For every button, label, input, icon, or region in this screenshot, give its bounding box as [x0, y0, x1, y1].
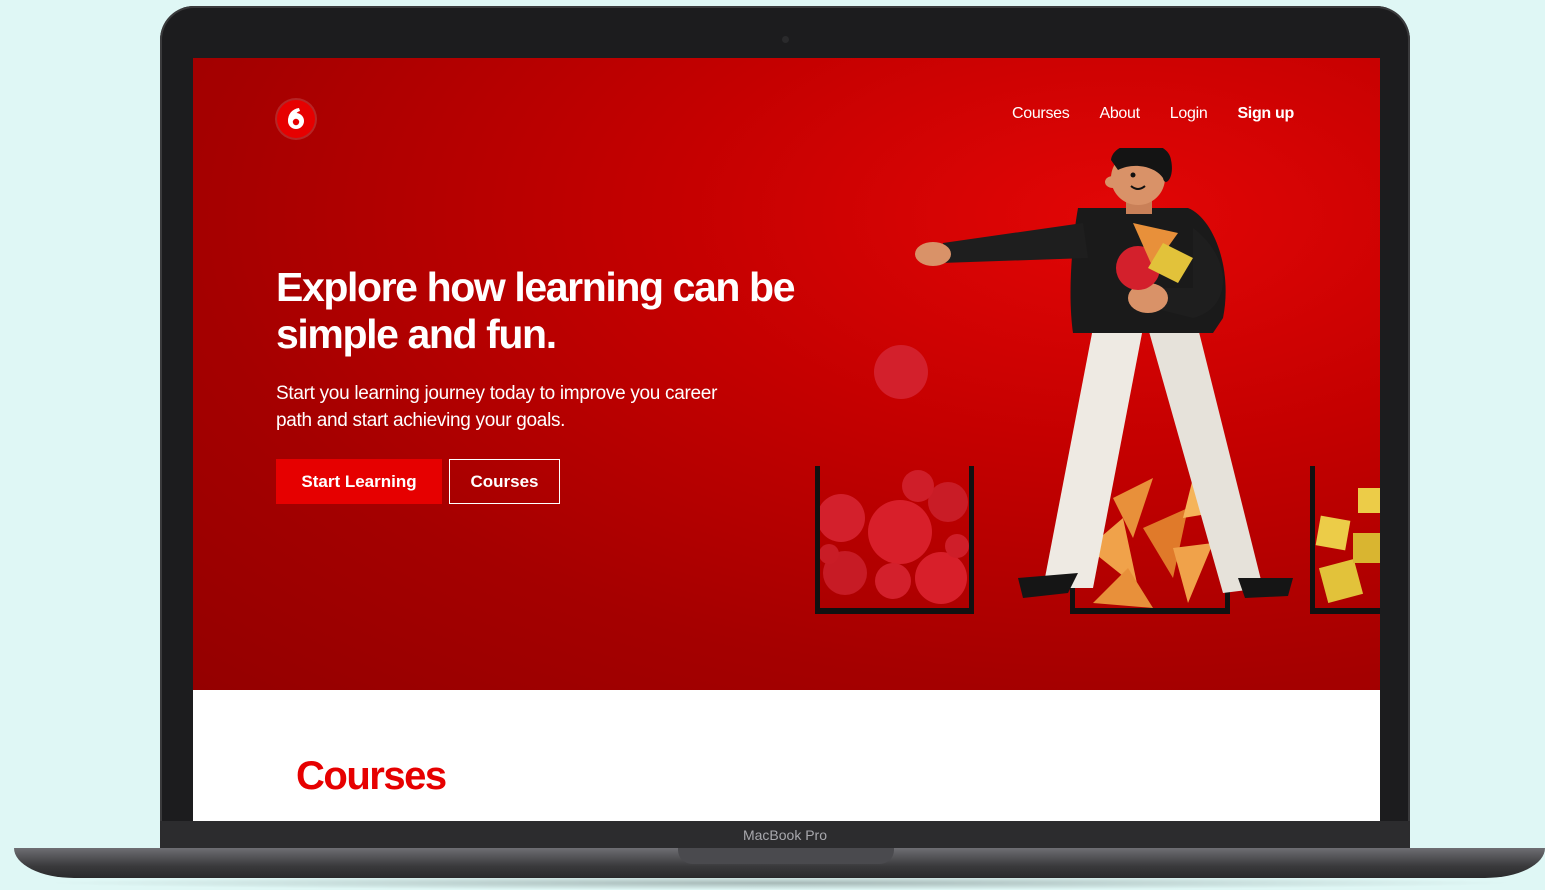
vodafone-logo-icon[interactable] [277, 100, 315, 138]
person-sorting-shapes-illustration [815, 148, 1380, 614]
nav-item-login[interactable]: Login [1170, 105, 1208, 123]
nav-item-courses[interactable]: Courses [1012, 105, 1070, 123]
nav-item-about[interactable]: About [1099, 105, 1140, 123]
start-learning-button[interactable]: Start Learning [276, 459, 442, 504]
hero-subtext: Start you learning journey today to impr… [276, 383, 718, 431]
top-nav: Courses About Login Sign up [1012, 105, 1294, 123]
nav-item-sign-up[interactable]: Sign up [1237, 105, 1294, 123]
ball-bin-icon [815, 466, 974, 614]
device-label: MacBook Pro [742, 827, 828, 843]
red-ball-icon [874, 345, 928, 399]
screen: Courses About Login Sign up Explore how … [193, 58, 1380, 821]
hero-headline: Explore how learning can be simple and f… [276, 264, 796, 357]
camera-icon [782, 36, 789, 43]
courses-button[interactable]: Courses [449, 459, 560, 504]
laptop-notch [678, 848, 894, 864]
courses-section-title: Courses [296, 754, 447, 798]
laptop-shadow [40, 876, 1520, 890]
cube-bin-icon [1310, 466, 1380, 614]
courses-section: Courses [193, 690, 1380, 821]
hero-section: Courses About Login Sign up Explore how … [193, 58, 1380, 690]
laptop-chin: MacBook Pro [160, 821, 1410, 848]
